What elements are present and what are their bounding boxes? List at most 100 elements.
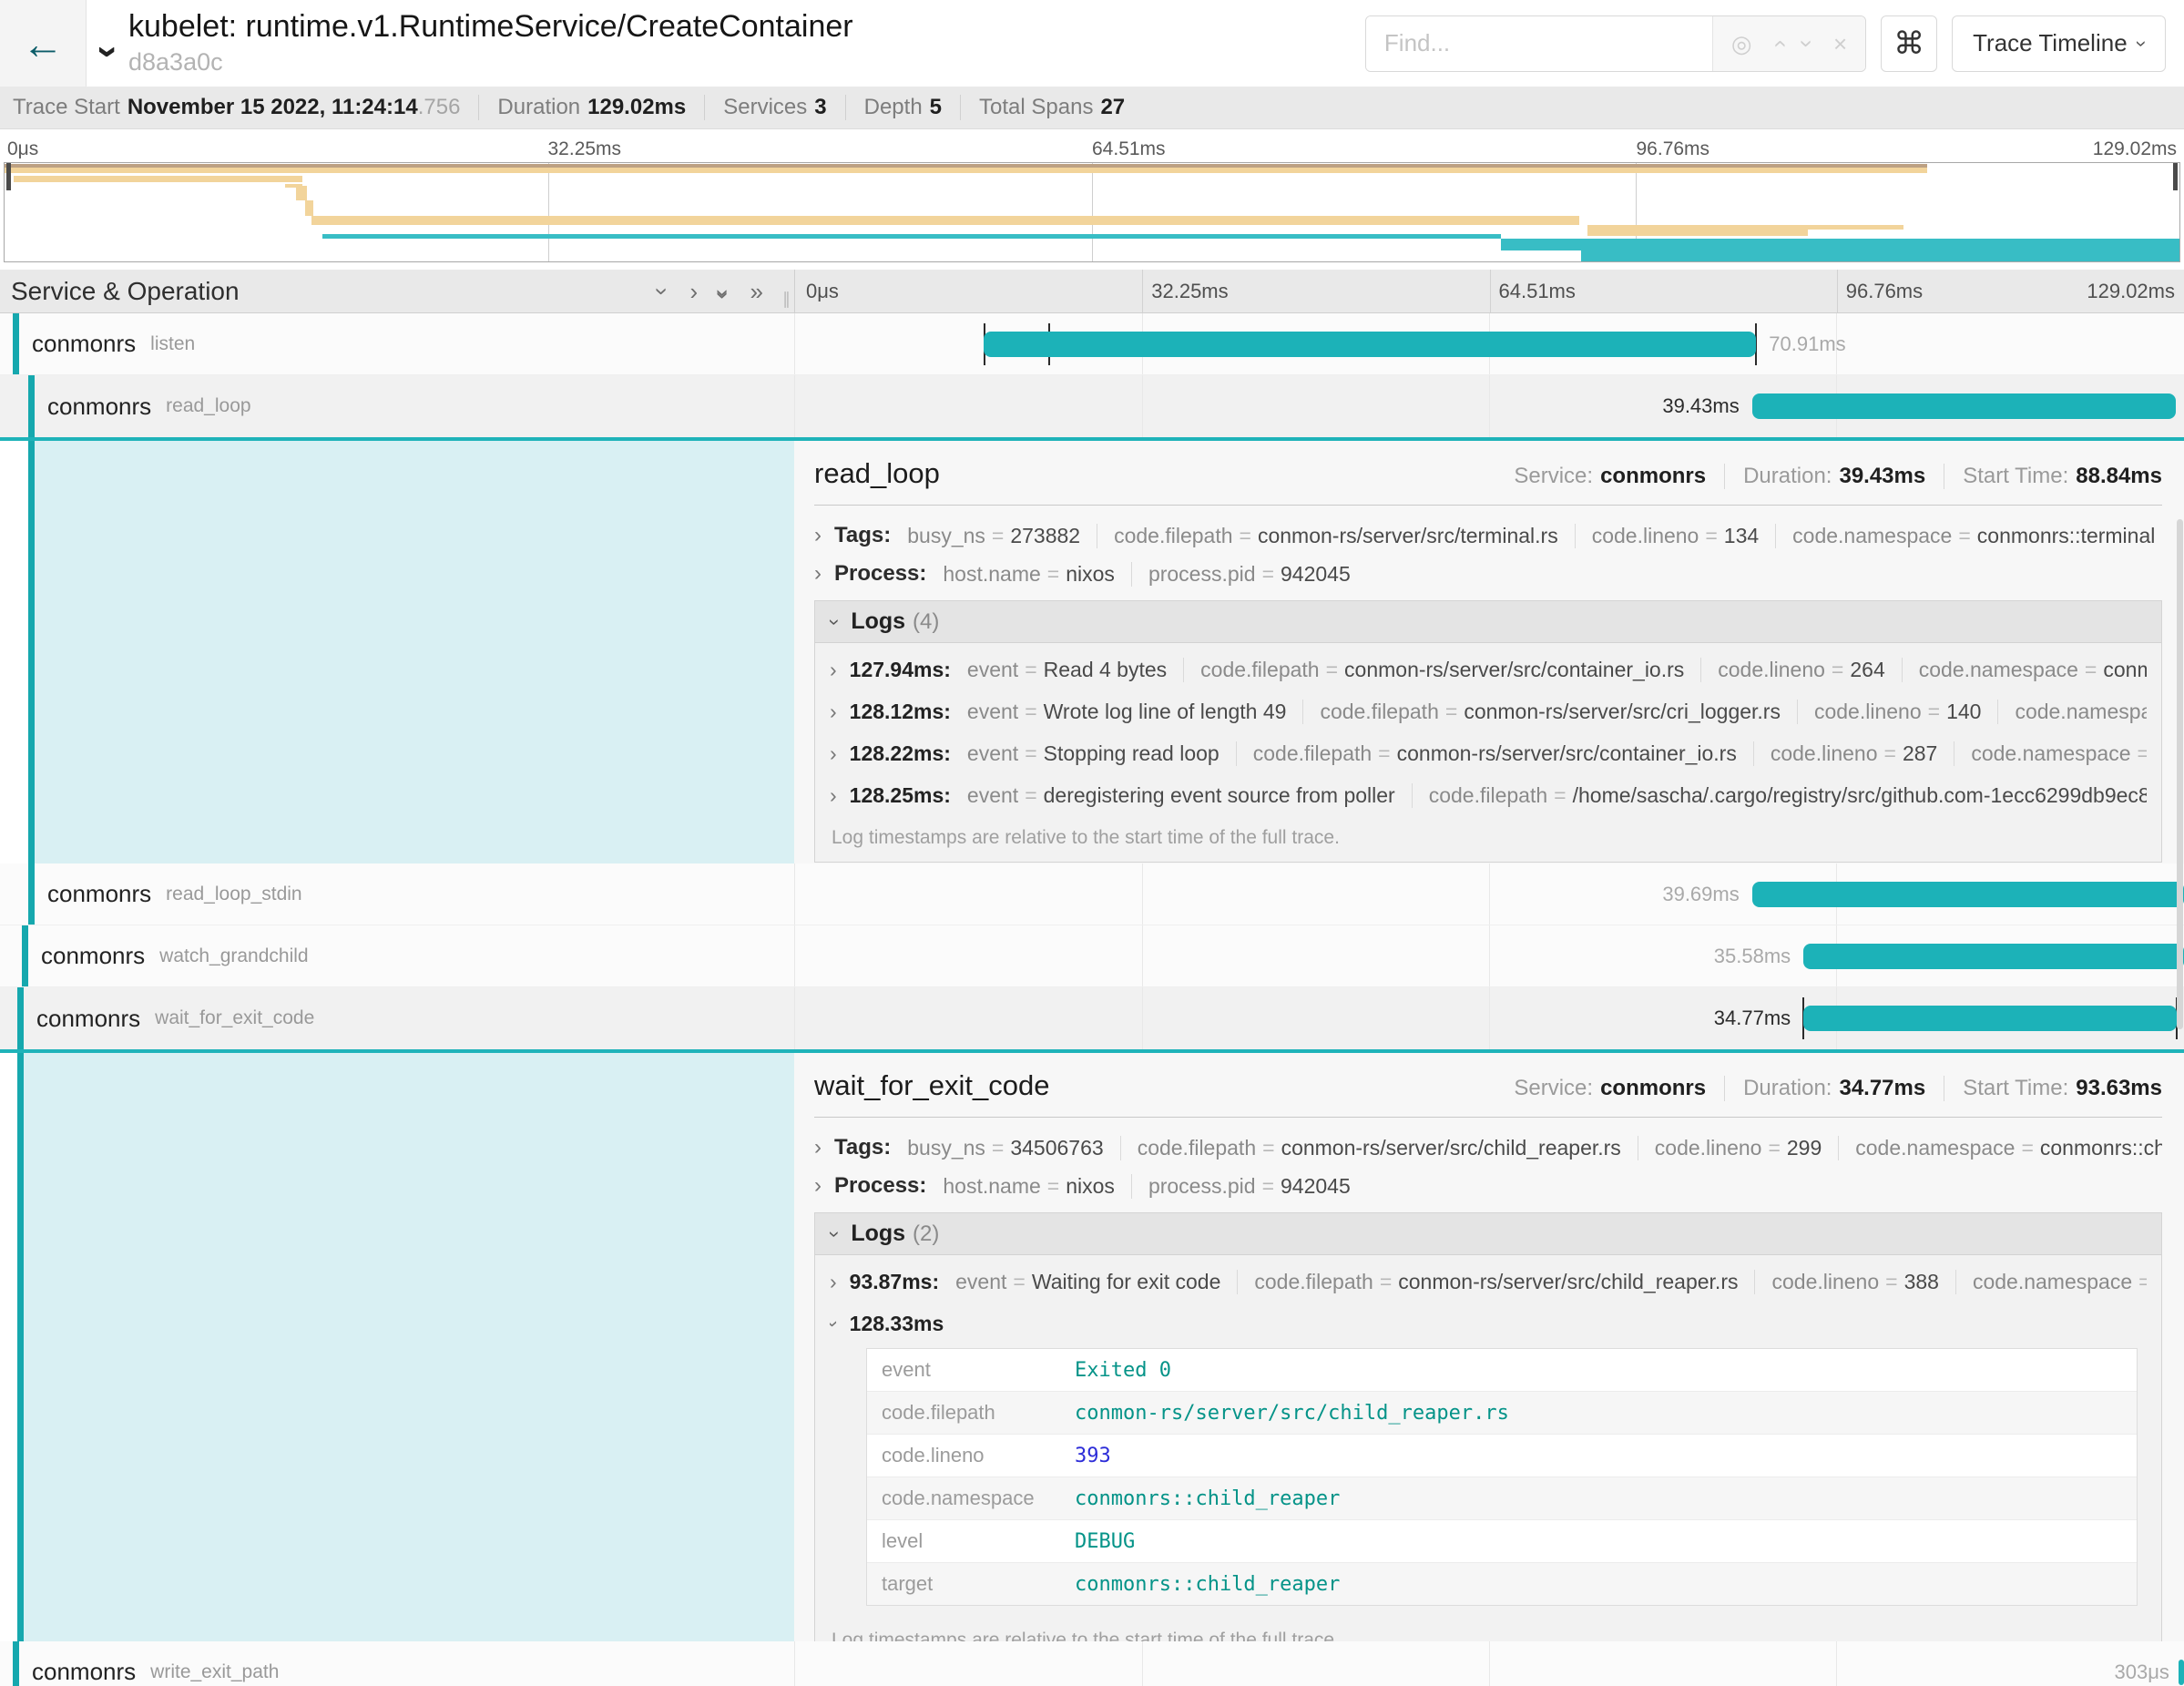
minimap-span-bar <box>1808 225 1903 230</box>
log-entry[interactable]: ›127.94ms:event=Read 4 bytescode.filepat… <box>830 649 2147 690</box>
expand-all-icon[interactable]: » <box>750 280 763 303</box>
tag-value: 299 <box>1787 1136 1822 1160</box>
tag-item[interactable]: code.lineno=299 <box>1638 1136 1838 1160</box>
vertical-scrollbar-thumb[interactable] <box>2177 519 2183 1029</box>
tag-item[interactable]: code.namespace=co… <box>1997 700 2147 724</box>
tag-value: 140 <box>1946 700 1981 723</box>
span-row-write-exit-path[interactable]: conmonrs write_exit_path 303μs <box>0 1641 2184 1686</box>
log-entry[interactable]: ›93.87ms:event=Waiting for exit codecode… <box>830 1261 2147 1303</box>
tag-item[interactable]: code.filepath=/home/sascha/.cargo/regist… <box>1412 783 2147 808</box>
process-row[interactable]: › Process: host.name=nixosprocess.pid=94… <box>814 557 2162 591</box>
log-timestamp: 128.22ms: <box>850 741 951 766</box>
logs-footnote: Log timestamps are relative to the start… <box>815 822 2161 862</box>
tag-item[interactable]: event=Wrote log line of length 49 <box>965 700 1303 724</box>
span-row-watch-grandchild[interactable]: conmonrs watch_grandchild 35.58ms <box>0 925 2184 987</box>
span-bar[interactable] <box>1803 1006 2177 1031</box>
log-field-value: conmon-rs/server/src/child_reaper.rs <box>1067 1393 1516 1434</box>
span-row-wait-for-exit-code[interactable]: conmonrs wait_for_exit_code 34.77ms <box>0 987 2184 1053</box>
operation-name: watch_grandchild <box>159 945 308 967</box>
tag-item[interactable]: code.lineno=287 <box>1753 741 1954 766</box>
tag-item[interactable]: event=Waiting for exit code <box>954 1270 1237 1294</box>
tag-value: Stopping read loop <box>1044 741 1220 765</box>
expand-one-icon[interactable]: › <box>690 280 699 303</box>
tag-item[interactable]: code.namespace=conmonrs::co… <box>1902 658 2147 682</box>
equals-sign: = <box>2138 1270 2147 1293</box>
span-bar[interactable] <box>1752 882 2184 907</box>
collapse-one-icon[interactable]: › <box>650 287 674 295</box>
logs-header[interactable]: › Logs (4) <box>815 601 2161 643</box>
tag-item[interactable]: code.namespace=conmon… <box>1954 741 2147 766</box>
span-bar[interactable] <box>1803 944 2184 969</box>
timeline-table-header: Service & Operation › › ›› » ∥ 0μs 32.25… <box>0 270 2184 313</box>
log-entry[interactable]: ›128.25ms:event=deregistering event sour… <box>830 774 2147 816</box>
tag-item[interactable]: code.filepath=conmon-rs/server/src/conta… <box>1183 658 1700 682</box>
tag-value: /home/sascha/.cargo/registry/src/github.… <box>1573 783 2147 807</box>
clear-find-icon[interactable]: × <box>1833 32 1847 56</box>
chevron-right-icon: › <box>830 1270 837 1294</box>
tags-row[interactable]: › Tags: busy_ns=273882code.filepath=conm… <box>814 518 2162 553</box>
minimap-span-bar <box>1587 225 1807 236</box>
chevron-right-icon: › <box>830 741 837 766</box>
tag-item[interactable]: code.namespace=conmon… <box>1955 1270 2147 1294</box>
tag-item[interactable]: host.name=nixos <box>941 562 1131 587</box>
tag-item[interactable]: code.filepath=conmon-rs/server/src/conta… <box>1236 741 1753 766</box>
tag-item[interactable]: code.filepath=conmon-rs/server/src/termi… <box>1097 524 1575 548</box>
equals-sign: = <box>1445 700 1457 723</box>
tag-item[interactable]: process.pid=942045 <box>1131 562 1367 587</box>
tag-item[interactable]: code.lineno=388 <box>1754 1270 1954 1294</box>
tag-item[interactable]: code.filepath=conmon-rs/server/src/child… <box>1120 1136 1638 1160</box>
log-timestamp: 128.25ms: <box>850 783 951 808</box>
minimap-drag-handle[interactable] <box>2173 163 2178 190</box>
tag-key: event <box>967 658 1018 681</box>
keyboard-shortcuts-button[interactable]: ⌘ <box>1881 15 1937 72</box>
tag-item[interactable]: event=deregistering event source from po… <box>965 783 1412 808</box>
tags-row[interactable]: › Tags: busy_ns=34506763code.filepath=co… <box>814 1130 2162 1165</box>
process-row[interactable]: › Process: host.name=nixosprocess.pid=94… <box>814 1169 2162 1203</box>
span-bar[interactable] <box>1752 393 2176 419</box>
tag-item[interactable]: process.pid=942045 <box>1131 1174 1367 1199</box>
collapse-all-icon[interactable]: ›› <box>712 289 736 293</box>
prev-match-icon[interactable]: › <box>1766 39 1790 47</box>
tag-item[interactable]: code.lineno=264 <box>1700 658 1901 682</box>
span-row-read-loop-stdin[interactable]: conmonrs read_loop_stdin 39.69ms <box>0 863 2184 925</box>
tag-value: Waiting for exit code <box>1032 1270 1221 1293</box>
back-button[interactable]: ← <box>0 0 87 87</box>
log-entry[interactable]: ›128.33ms <box>830 1303 2147 1344</box>
match-case-target-icon[interactable]: ◎ <box>1731 32 1752 56</box>
tag-item[interactable]: code.lineno=140 <box>1797 700 1997 724</box>
tag-item[interactable]: busy_ns=273882 <box>905 524 1097 548</box>
find-input[interactable] <box>1366 16 1712 71</box>
minimap-ticks: 0μs 32.25ms 64.51ms 96.76ms 129.02ms <box>4 135 2180 162</box>
service-name: conmonrs <box>32 330 136 358</box>
minimap-canvas[interactable] <box>4 162 2180 262</box>
log-field-row: levelDEBUG <box>867 1520 2137 1563</box>
span-row-listen[interactable]: conmonrs listen 70.91ms <box>0 313 2184 375</box>
span-bar[interactable] <box>2179 1660 2184 1685</box>
logs-header[interactable]: › Logs (2) <box>815 1213 2161 1255</box>
timeline-ruler: 0μs 32.25ms 64.51ms 96.76ms 129.02ms <box>794 270 2184 312</box>
service-operation-label: Service & Operation <box>11 277 240 306</box>
tag-item[interactable]: code.filepath=conmon-rs/server/src/cri_l… <box>1302 700 1797 724</box>
collapse-title-chevron-icon[interactable]: › <box>87 46 131 58</box>
span-bar[interactable] <box>984 332 1756 357</box>
process-label: Process: <box>834 1173 926 1199</box>
log-field-value: conmonrs::child_reaper <box>1067 1564 1347 1605</box>
column-resize-grip[interactable]: ∥ <box>782 290 792 309</box>
log-timestamp: 93.87ms: <box>850 1270 939 1294</box>
log-entry[interactable]: › 128.22ms: event=Stopping read loopcode.f… <box>830 732 2147 774</box>
next-match-icon[interactable]: › <box>1796 39 1820 47</box>
view-selector-button[interactable]: Trace Timeline › <box>1952 15 2166 72</box>
tag-item[interactable]: event=Read 4 bytes <box>965 658 1183 682</box>
tag-item[interactable]: code.filepath=conmon-rs/server/src/child… <box>1237 1270 1754 1294</box>
tag-item[interactable]: code.namespace=conmonrs::terminal <box>1775 524 2162 548</box>
tag-item[interactable]: event=Stopping read loop <box>965 741 1236 766</box>
log-entry[interactable]: ›128.12ms:event=Wrote log line of length… <box>830 690 2147 732</box>
tag-item[interactable]: code.lineno=134 <box>1575 524 1775 548</box>
span-row-read-loop[interactable]: conmonrs read_loop 39.43ms <box>0 375 2184 441</box>
tag-item[interactable]: host.name=nixos <box>941 1174 1131 1199</box>
operation-name: read_loop_stdin <box>166 884 301 905</box>
minimap-drag-handle[interactable] <box>6 163 11 190</box>
tag-item[interactable]: busy_ns=34506763 <box>905 1136 1119 1160</box>
tag-key: busy_ns <box>907 1136 985 1160</box>
tag-item[interactable]: code.namespace=conmonrs::child_reap… <box>1838 1136 2162 1160</box>
